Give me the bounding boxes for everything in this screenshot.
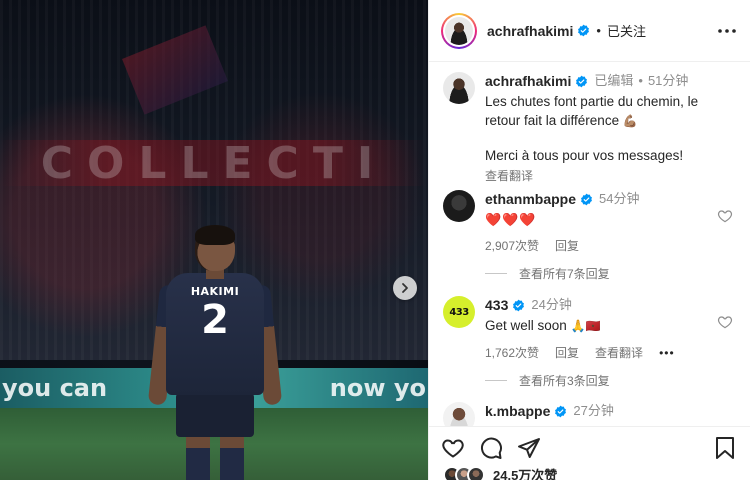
comment-see-translation[interactable]: 查看翻译 [595, 344, 643, 361]
player-hair [195, 225, 235, 245]
comment-item: 433 433 24分钟 Get well soon 🙏🇲🇦 1,762次赞 回… [443, 296, 741, 361]
ad-text-left: you can [2, 374, 108, 402]
replies-rule [485, 380, 507, 381]
comment-likes[interactable]: 2,907次赞 [485, 237, 539, 254]
verified-badge-icon [580, 193, 593, 206]
comment-avatar[interactable] [443, 402, 475, 426]
comment-username[interactable]: ethanmbappe [485, 190, 576, 208]
post-photo[interactable]: COLLECTI you can now yo HAKIMI 2 [0, 0, 428, 480]
action-icons [441, 435, 737, 461]
following-button[interactable]: 已关注 [607, 21, 646, 40]
comment-reply-button[interactable]: 回复 [555, 344, 579, 361]
liker-avatar [467, 465, 485, 480]
comment-likes[interactable]: 1,762次赞 [485, 344, 539, 361]
caption-username[interactable]: achrafhakimi [485, 72, 571, 90]
shirt-number: 2 [201, 297, 229, 343]
view-replies-button[interactable]: 查看所有3条回复 [485, 372, 610, 389]
comment-text-body: Get well soon [485, 318, 567, 333]
comment-avatar[interactable]: 433 [443, 296, 475, 328]
player-shirt: HAKIMI 2 [166, 273, 264, 395]
caption-line-1: Les chutes font partie du chemin, le [485, 94, 699, 109]
author-avatar[interactable] [445, 16, 473, 45]
likes-summary[interactable]: 24.5万次赞 [443, 465, 557, 480]
player-leg-left [186, 433, 210, 480]
comment-item: ethanmbappe 54分钟 ❤️❤️❤️ 2,907次赞 回复 [443, 190, 741, 254]
verified-badge-icon [577, 24, 590, 37]
post-actions-footer: 24.5万次赞 [429, 426, 750, 480]
verified-badge-icon [554, 405, 567, 418]
view-replies-label[interactable]: 查看所有7条回复 [519, 265, 610, 282]
like-button[interactable] [441, 436, 465, 460]
caption-edited-label: 已编辑 [594, 73, 634, 88]
verified-badge-icon [512, 299, 525, 312]
view-replies-label[interactable]: 查看所有3条回复 [519, 372, 610, 389]
more-options-button[interactable] [715, 19, 739, 43]
heart-icon[interactable] [717, 208, 733, 224]
heart-icon[interactable] [717, 314, 733, 330]
author-username[interactable]: achrafhakimi [487, 23, 573, 39]
caption-avatar[interactable] [443, 72, 475, 104]
stadium-banner: COLLECTI [0, 138, 428, 189]
verified-badge-icon [575, 75, 588, 88]
comment-more-options[interactable]: ••• [659, 346, 675, 360]
bookmark-icon [716, 437, 734, 459]
author-avatar-ring[interactable] [441, 12, 477, 49]
caption-separator: • [638, 73, 643, 88]
comment-time[interactable]: 24分钟 [531, 296, 571, 314]
heart-icon [442, 439, 464, 458]
save-button[interactable] [713, 436, 737, 460]
comment-reply-button[interactable]: 回复 [555, 237, 579, 254]
caption-line-3: Merci à tous pour vos messages! [485, 148, 684, 163]
replies-rule [485, 273, 507, 274]
flexed-biceps-emoji: 💪🏽 [622, 114, 638, 128]
post-header: achrafhakimi • 已关注 [429, 0, 750, 62]
caption-line-2-text: retour fait la différence [485, 113, 620, 128]
header-separator: • [596, 23, 601, 38]
next-photo-button[interactable] [393, 276, 417, 300]
header-author: achrafhakimi • 已关注 [487, 21, 646, 40]
likes-count[interactable]: 24.5万次赞 [493, 465, 557, 480]
player-leg-right [220, 433, 244, 480]
caption: achrafhakimi 已编辑 • 51分钟 Les chutes font … [443, 72, 741, 184]
view-replies-button[interactable]: 查看所有7条回复 [485, 265, 610, 282]
post-side-panel: achrafhakimi • 已关注 achrafhakimi 已编辑 • 51… [428, 0, 750, 480]
caption-text: Les chutes font partie du chemin, le ret… [485, 92, 741, 165]
comment-avatar[interactable] [443, 190, 475, 222]
chevron-right-icon [402, 283, 408, 293]
comments-list[interactable]: achrafhakimi 已编辑 • 51分钟 Les chutes font … [429, 62, 750, 426]
ad-text-right: now yo [329, 374, 426, 402]
comment-time[interactable]: 27分钟 [573, 402, 613, 420]
comment-icon [480, 437, 502, 459]
caption-time[interactable]: 51分钟 [648, 72, 688, 90]
player-shorts [176, 393, 254, 437]
caption-see-translation[interactable]: 查看翻译 [485, 167, 741, 184]
caption-line-2: retour fait la différence 💪🏽 [485, 111, 741, 131]
comment-username[interactable]: 433 [485, 296, 508, 314]
share-icon [518, 438, 540, 458]
share-button[interactable] [517, 436, 541, 460]
comment-button[interactable] [479, 436, 503, 460]
comment-emoji: 🙏🇲🇦 [570, 319, 601, 333]
comment-text: ❤️❤️❤️ [485, 212, 537, 227]
more-options-icon [718, 28, 736, 33]
player-figure: HAKIMI 2 [147, 225, 283, 480]
comment-time[interactable]: 54分钟 [599, 190, 639, 208]
comment-text: Get well soon 🙏🇲🇦 [485, 316, 741, 336]
comment-username[interactable]: k.mbappe [485, 402, 550, 420]
comment-item: k.mbappe 27分钟 [443, 402, 741, 426]
